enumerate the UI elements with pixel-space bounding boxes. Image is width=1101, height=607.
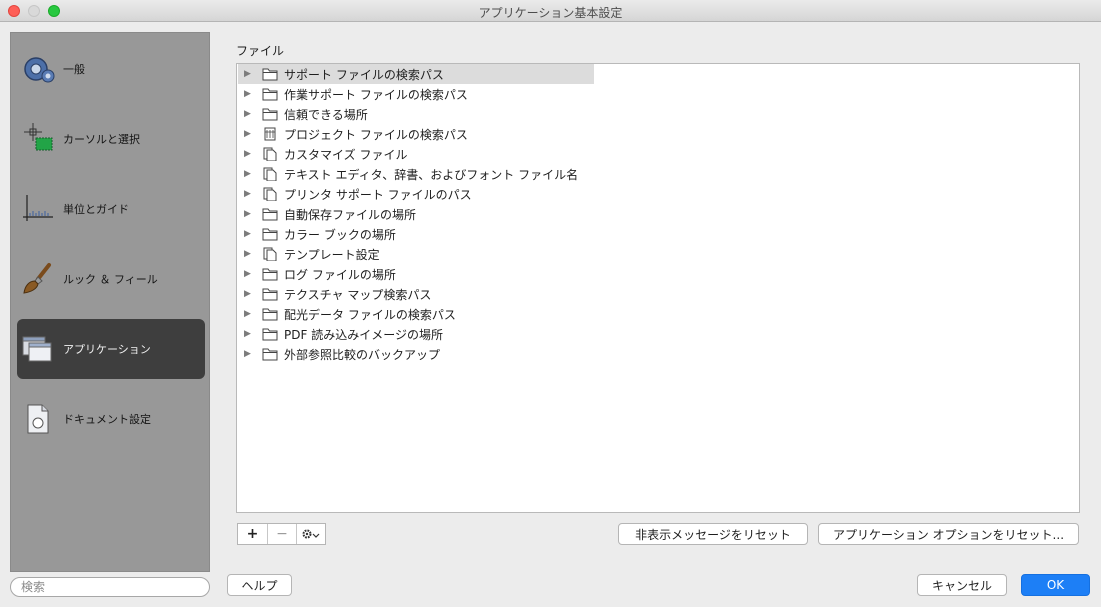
- disclosure-triangle-icon[interactable]: ▶: [244, 309, 254, 319]
- list-item[interactable]: ▶ 自動保存ファイルの場所: [238, 204, 594, 224]
- add-button[interactable]: +: [238, 524, 267, 544]
- folder-icon: [262, 268, 278, 281]
- list-item-label: プリンタ サポート ファイルのパス: [284, 187, 472, 202]
- disclosure-triangle-icon[interactable]: ▶: [244, 329, 254, 339]
- sidebar-item-label: ルック ＆ フィール: [63, 273, 158, 286]
- sidebar-item-label: 単位とガイド: [63, 203, 129, 216]
- disclosure-triangle-icon[interactable]: ▶: [244, 349, 254, 359]
- sidebar-item-label: 一般: [63, 63, 85, 76]
- disclosure-triangle-icon[interactable]: ▶: [244, 129, 254, 139]
- folder-icon: [262, 348, 278, 361]
- folder-icon: [262, 208, 278, 221]
- units-guides-icon: [23, 195, 53, 221]
- document-icon: [263, 187, 277, 201]
- gear-dropdown-icon: [302, 529, 320, 539]
- cancel-button[interactable]: キャンセル: [917, 574, 1007, 596]
- reset-application-options-button[interactable]: アプリケーション オプションをリセット...: [818, 523, 1079, 545]
- reset-hidden-messages-button[interactable]: 非表示メッセージをリセット: [618, 523, 808, 545]
- project-icon: [264, 127, 276, 141]
- sidebar-item-document-settings[interactable]: ドキュメント設定: [17, 389, 205, 449]
- ok-button[interactable]: OK: [1021, 574, 1090, 596]
- list-item-label: サポート ファイルの検索パス: [284, 67, 444, 82]
- list-item-label: テキスト エディタ、辞書、およびフォント ファイル名: [284, 167, 579, 182]
- windows-icon: [22, 336, 52, 362]
- document-icon: [27, 404, 49, 434]
- list-item-label: カラー ブックの場所: [284, 227, 396, 242]
- list-item-label: カスタマイズ ファイル: [284, 147, 408, 162]
- disclosure-triangle-icon[interactable]: ▶: [244, 249, 254, 259]
- window-title: アプリケーション基本設定: [478, 6, 623, 20]
- document-icon: [263, 147, 277, 161]
- list-item[interactable]: ▶ 配光データ ファイルの検索パス: [238, 304, 594, 324]
- sidebar-item-label: ドキュメント設定: [63, 413, 151, 426]
- brush-icon: [23, 263, 51, 294]
- help-button[interactable]: ヘルプ: [227, 574, 292, 596]
- remove-button[interactable]: −: [267, 524, 296, 544]
- list-item[interactable]: ▶ ログ ファイルの場所: [238, 264, 594, 284]
- section-title: ファイル: [236, 44, 285, 58]
- disclosure-triangle-icon[interactable]: ▶: [244, 89, 254, 99]
- document-icon: [263, 167, 277, 181]
- folder-icon: [262, 88, 278, 101]
- list-item[interactable]: ▶ プロジェクト ファイルの検索パス: [238, 124, 594, 144]
- list-item[interactable]: ▶ 作業サポート ファイルの検索パス: [238, 84, 594, 104]
- list-item-label: ログ ファイルの場所: [284, 267, 396, 282]
- document-icon: [263, 247, 277, 261]
- list-item-label: 作業サポート ファイルの検索パス: [284, 87, 468, 102]
- sidebar-item-units-guides[interactable]: 単位とガイド: [17, 179, 205, 239]
- list-item[interactable]: ▶ カスタマイズ ファイル: [238, 144, 594, 164]
- folder-icon: [262, 108, 278, 121]
- folder-icon: [262, 328, 278, 341]
- file-locations-list[interactable]: ▶ サポート ファイルの検索パス ▶ 作業サポート ファイルの検索パス ▶ 信頼…: [236, 63, 1080, 513]
- sidebar: 一般 カーソルと選択 単位とガイド ルック ＆ フィール アプリケーション ドキ…: [10, 32, 210, 572]
- sidebar-item-label: カーソルと選択: [63, 133, 140, 146]
- disclosure-triangle-icon[interactable]: ▶: [244, 289, 254, 299]
- search-input[interactable]: [10, 577, 210, 597]
- list-item[interactable]: ▶ テクスチャ マップ検索パス: [238, 284, 594, 304]
- list-item-label: テンプレート設定: [284, 247, 380, 262]
- list-item[interactable]: ▶ テキスト エディタ、辞書、およびフォント ファイル名: [238, 164, 594, 184]
- list-item[interactable]: ▶ サポート ファイルの検索パス: [238, 64, 594, 84]
- disclosure-triangle-icon[interactable]: ▶: [244, 229, 254, 239]
- list-item[interactable]: ▶ 信頼できる場所: [238, 104, 594, 124]
- gear-icon: [24, 57, 55, 83]
- disclosure-triangle-icon[interactable]: ▶: [244, 149, 254, 159]
- list-item-label: PDF 読み込みイメージの場所: [284, 327, 443, 342]
- disclosure-triangle-icon[interactable]: ▶: [244, 269, 254, 279]
- list-item-label: プロジェクト ファイルの検索パス: [284, 127, 468, 142]
- action-menu-button[interactable]: [296, 524, 325, 544]
- list-item[interactable]: ▶ PDF 読み込みイメージの場所: [238, 324, 594, 344]
- folder-icon: [262, 68, 278, 81]
- folder-icon: [262, 288, 278, 301]
- list-item-label: 自動保存ファイルの場所: [284, 207, 417, 222]
- cursor-selection-icon: [24, 123, 53, 151]
- sidebar-item-general[interactable]: 一般: [17, 39, 205, 99]
- list-item-label: 信頼できる場所: [284, 107, 368, 122]
- disclosure-triangle-icon[interactable]: ▶: [244, 209, 254, 219]
- list-item[interactable]: ▶ カラー ブックの場所: [238, 224, 594, 244]
- list-edit-segmented-control: + −: [237, 523, 326, 545]
- folder-icon: [262, 228, 278, 241]
- list-item-label: 配光データ ファイルの検索パス: [284, 307, 456, 322]
- list-item[interactable]: ▶ テンプレート設定: [238, 244, 594, 264]
- disclosure-triangle-icon[interactable]: ▶: [244, 189, 254, 199]
- list-item-label: 外部参照比較のバックアップ: [284, 347, 441, 362]
- title-bar: アプリケーション基本設定: [0, 0, 1101, 22]
- sidebar-item-look-feel[interactable]: ルック ＆ フィール: [17, 249, 205, 309]
- disclosure-triangle-icon[interactable]: ▶: [244, 109, 254, 119]
- sidebar-item-application[interactable]: アプリケーション: [17, 319, 205, 379]
- sidebar-item-cursor-selection[interactable]: カーソルと選択: [17, 109, 205, 169]
- list-item[interactable]: ▶ 外部参照比較のバックアップ: [238, 344, 594, 364]
- folder-icon: [262, 308, 278, 321]
- sidebar-item-label: アプリケーション: [63, 343, 151, 356]
- disclosure-triangle-icon[interactable]: ▶: [244, 169, 254, 179]
- list-item-label: テクスチャ マップ検索パス: [284, 287, 432, 302]
- disclosure-triangle-icon[interactable]: ▶: [244, 69, 254, 79]
- list-item[interactable]: ▶ プリンタ サポート ファイルのパス: [238, 184, 594, 204]
